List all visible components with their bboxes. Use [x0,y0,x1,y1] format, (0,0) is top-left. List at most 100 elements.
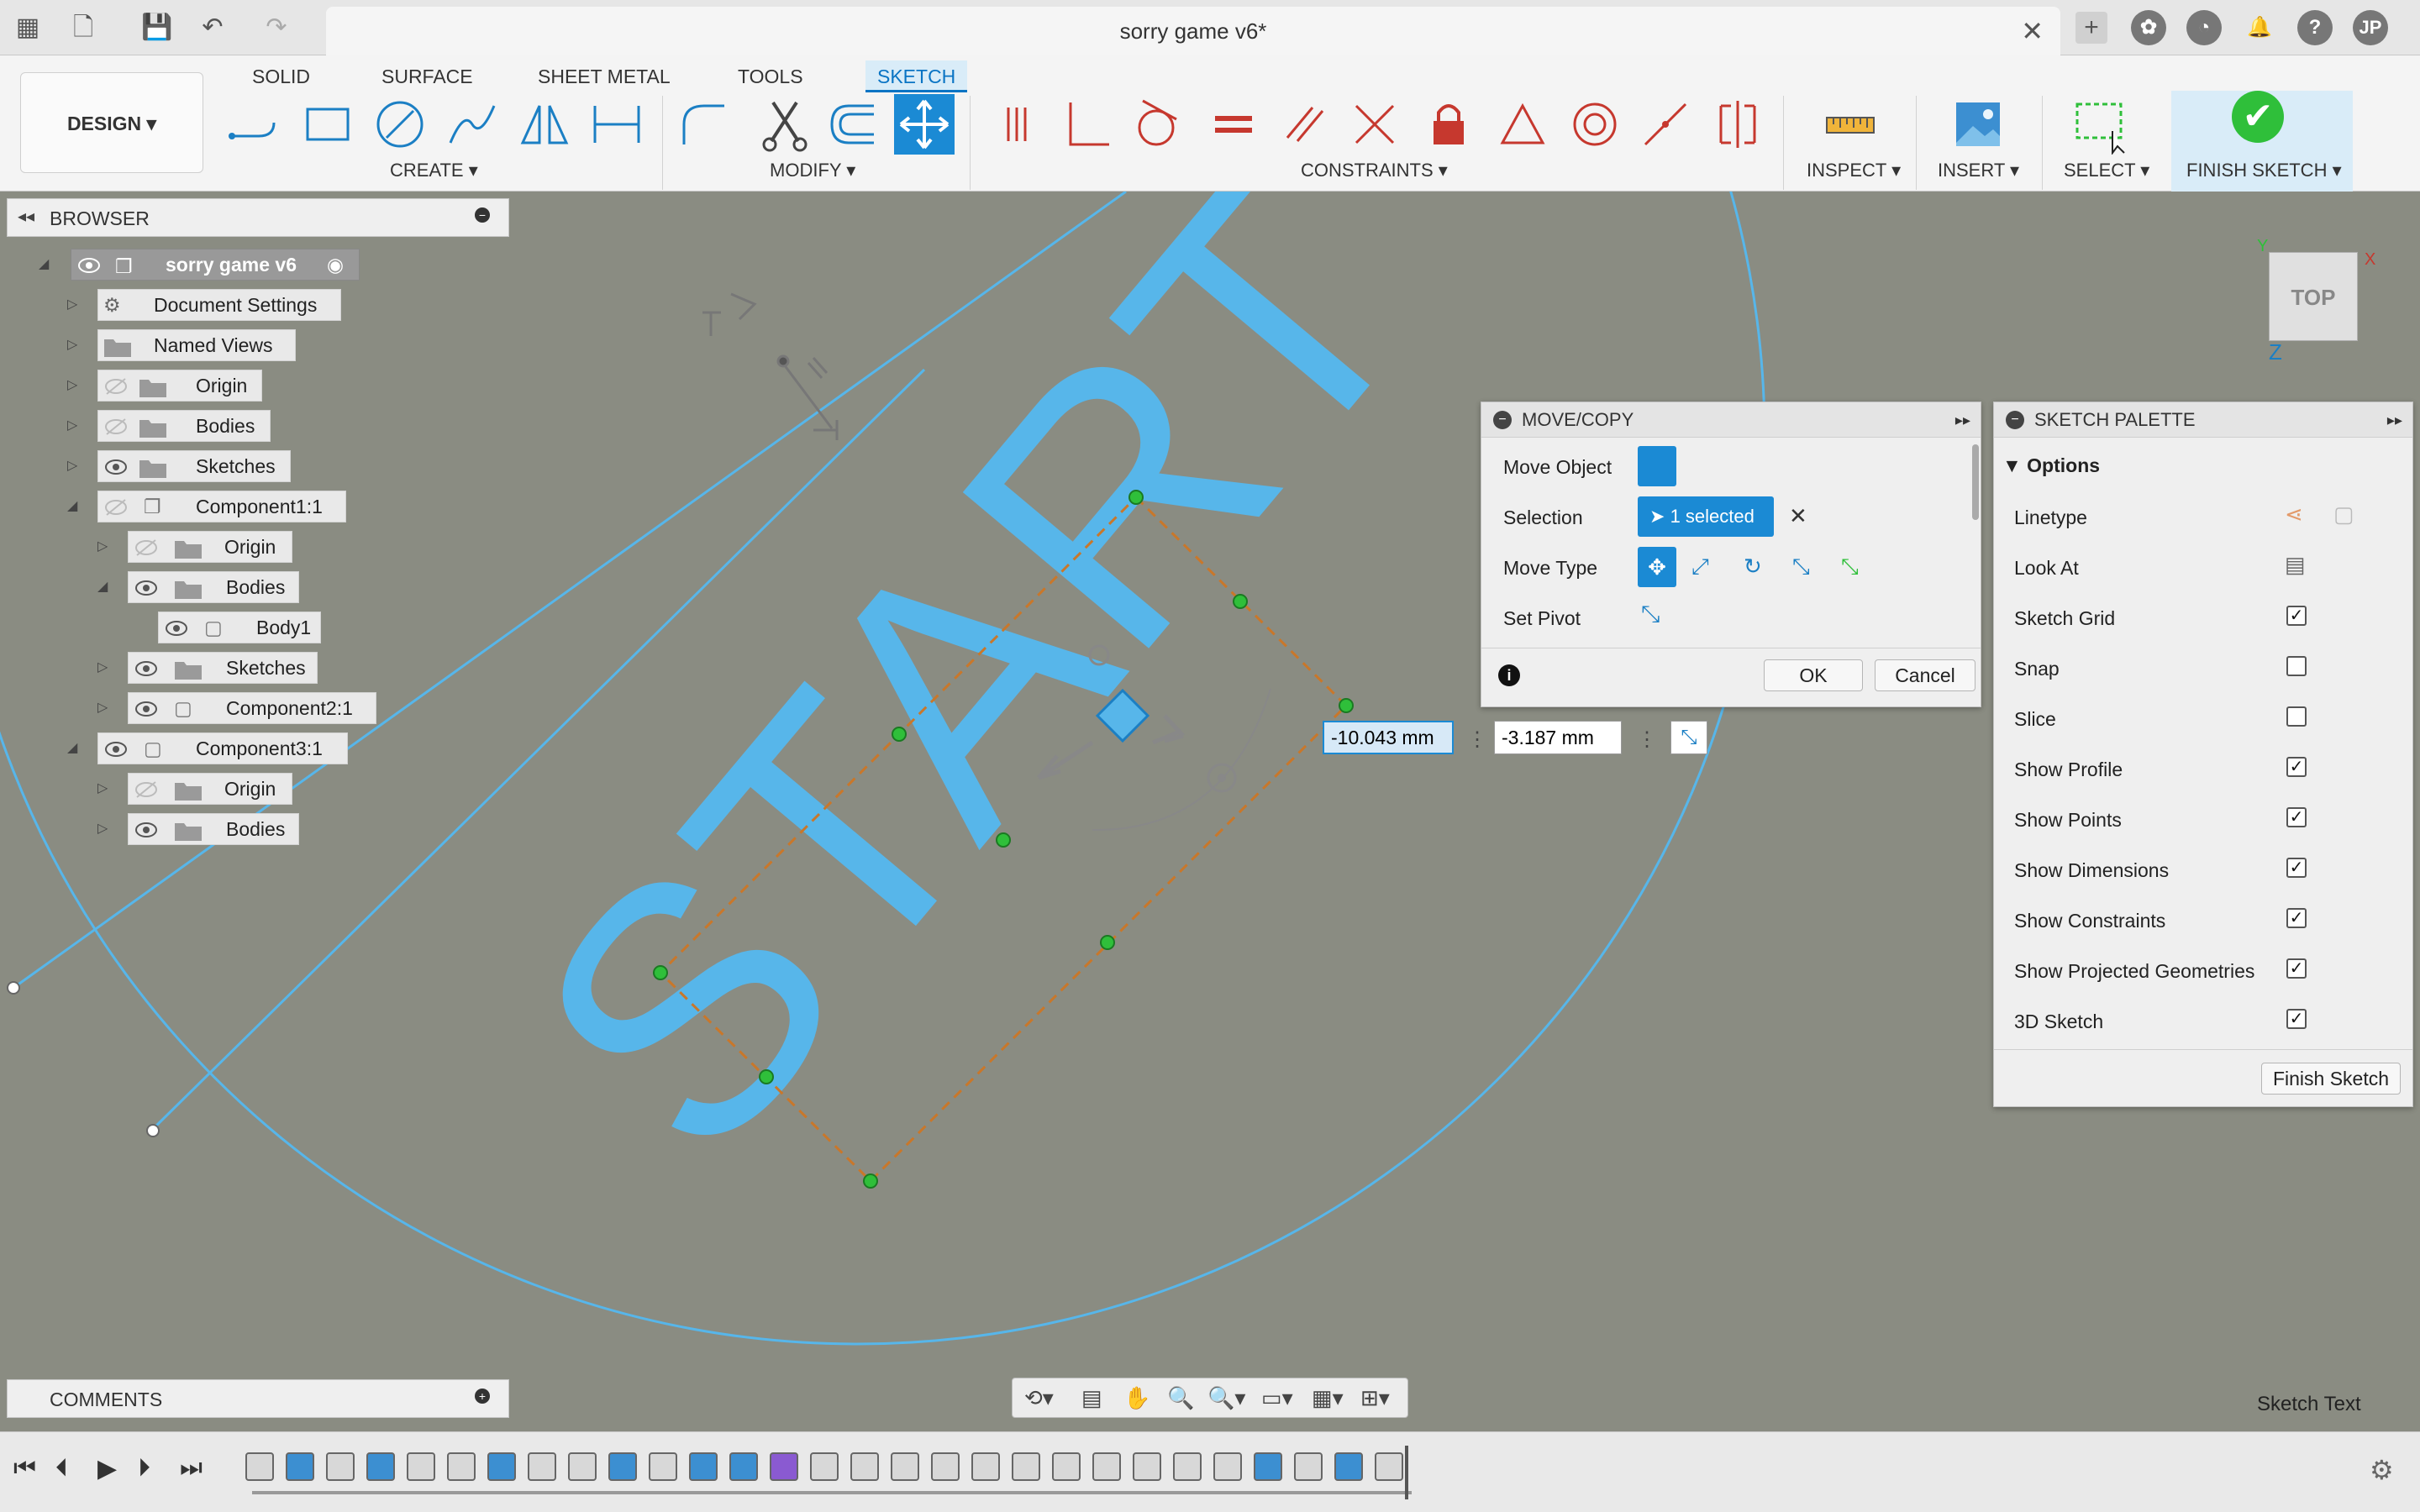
timeline-feature[interactable] [245,1452,274,1481]
input-options-icon[interactable]: ⋮ [1637,727,1657,752]
point-to-position-icon[interactable]: ⤡ [1841,554,1859,580]
insert-image-icon[interactable] [1948,94,2008,155]
step-back-icon[interactable]: ⏴ [55,1454,68,1483]
play-icon[interactable]: ▶ [97,1454,117,1483]
ok-button[interactable]: OK [1764,659,1863,691]
expand-triangle-icon[interactable]: ▷ [67,336,84,353]
redo-icon[interactable]: ↷ [260,12,292,44]
eye-icon[interactable] [103,458,129,476]
measure-tool-icon[interactable] [1820,94,1881,155]
timeline-feature[interactable] [850,1452,879,1481]
eye-hidden-icon[interactable] [103,377,129,396]
workspace-switcher[interactable]: DESIGN ▾ [20,72,203,173]
close-tab-icon[interactable]: ✕ [2021,15,2044,47]
fix-constraint-icon[interactable] [1418,94,1479,155]
set-pivot-icon[interactable]: ⤡ [1641,601,1660,628]
options-section-header[interactable]: ▼ Options [2002,454,2100,477]
expand-triangle-icon[interactable]: ▷ [67,296,84,312]
new-tab-icon[interactable]: + [2075,12,2107,44]
timeline-feature[interactable] [1334,1452,1363,1481]
timeline-feature[interactable] [1173,1452,1202,1481]
tree-item-component3[interactable]: ◢ ▢ Component3:1 [0,732,353,764]
triangle-constraint-icon[interactable] [1492,94,1553,155]
show-points-checkbox[interactable]: ✓ [2286,807,2307,827]
show-projected-geometries-checkbox[interactable]: ✓ [2286,958,2307,979]
pivot-icon[interactable]: ⤡ [1670,721,1707,754]
offset-tool-icon[interactable] [823,94,884,155]
move-object-selector[interactable] [1638,446,1676,486]
timeline-feature[interactable] [1012,1452,1040,1481]
notifications-icon[interactable]: 🔔 [2242,10,2277,45]
tree-item-root[interactable]: ◢ ❐ sorry game v6 ◉ [0,249,370,281]
eye-icon[interactable] [164,619,189,638]
show-profile-checkbox[interactable]: ✓ [2286,757,2307,777]
eye-hidden-icon[interactable] [103,417,129,436]
collapse-triangle-icon[interactable]: ◢ [67,739,84,756]
timeline-settings-icon[interactable]: ⚙ [2370,1454,2394,1486]
tree-item-bodies[interactable]: ◢ Bodies [0,571,353,603]
timeline-feature[interactable] [891,1452,919,1481]
circle-tool-icon[interactable] [370,94,430,155]
expand-triangle-icon[interactable]: ▷ [97,780,114,796]
timeline-feature[interactable] [1213,1452,1242,1481]
slice-checkbox[interactable] [2286,706,2307,727]
tree-item-bodies[interactable]: ▷ Bodies [0,410,353,442]
translate-icon[interactable]: ⤢ [1691,554,1709,580]
avatar[interactable]: JP [2353,10,2388,45]
viewcube-face-top[interactable]: TOP [2270,285,2357,311]
expand-triangle-icon[interactable]: ▷ [97,659,114,675]
expand-triangle-icon[interactable]: ▷ [97,820,114,837]
timeline-feature[interactable] [689,1452,718,1481]
collapse-panel-icon[interactable]: ◂◂ [18,206,34,227]
parallel-constraint-icon[interactable] [1274,94,1334,155]
create-menu[interactable]: CREATE ▾ [390,160,478,181]
expand-triangle-icon[interactable]: ▷ [97,699,114,716]
save-icon[interactable]: 💾 [141,12,173,44]
tree-item-component2[interactable]: ▷ ▢ Component2:1 [0,692,387,724]
undo-icon[interactable]: ↶ [197,12,229,44]
help-icon[interactable]: ? [2297,10,2333,45]
timeline-feature[interactable] [1294,1452,1323,1481]
timeline-feature[interactable] [487,1452,516,1481]
perpendicular-constraint-icon[interactable] [1057,94,1118,155]
add-comment-icon[interactable]: + [475,1389,490,1404]
tab-sheet-metal[interactable]: SHEET METAL [526,60,682,92]
zoom-window-icon[interactable]: 🔍▾ [1207,1385,1245,1411]
dialog-header[interactable]: − MOVE/COPY ▸▸ [1481,402,1981,438]
trim-tool-icon[interactable] [755,94,815,155]
minimize-icon[interactable]: − [2006,411,2024,429]
tree-item-component1[interactable]: ◢ ❐ Component1:1 [0,491,353,522]
go-to-start-icon[interactable]: ⏮ [13,1454,36,1483]
equal-constraint-icon[interactable] [1203,94,1264,155]
pan-icon[interactable]: ✋ [1123,1385,1150,1411]
go-to-end-icon[interactable]: ⏭ [180,1454,203,1483]
show-dimensions-checkbox[interactable]: ✓ [2286,858,2307,878]
3d-sketch-checkbox[interactable]: ✓ [2286,1009,2307,1029]
timeline-feature[interactable] [1133,1452,1161,1481]
tangent-constraint-icon[interactable] [1126,94,1186,155]
grid-settings-icon[interactable]: ▦▾ [1312,1385,1344,1411]
tree-item-bodies[interactable]: ▷ Bodies [0,813,353,845]
rectangle-tool-icon[interactable] [297,94,358,155]
coincident-constraint-icon[interactable] [986,94,1047,155]
x-distance-input[interactable] [1323,721,1454,754]
concentric-constraint-icon[interactable] [1565,94,1625,155]
inspect-menu[interactable]: INSPECT ▾ [1807,160,1901,181]
expand-triangle-icon[interactable]: ▷ [67,376,84,393]
clear-selection-icon[interactable]: ✕ [1789,503,1807,529]
minimize-icon[interactable]: − [1493,411,1512,429]
expand-triangle-icon[interactable]: ▷ [67,417,84,433]
expand-palette-icon[interactable]: ▸▸ [2387,402,2402,438]
spline-tool-icon[interactable] [442,94,502,155]
timeline-marker[interactable] [1405,1446,1408,1499]
tree-item-origin[interactable]: ▷ Origin [0,773,353,805]
tree-item-named-views[interactable]: ▷ Named Views [0,329,353,361]
job-status-icon[interactable]: ◔ [2186,10,2222,45]
apps-grid-icon[interactable]: ▦ [12,12,44,44]
orbit-icon[interactable]: ⟲▾ [1024,1385,1054,1411]
dimension-tool-icon[interactable] [587,94,647,155]
timeline-feature[interactable] [1375,1452,1403,1481]
timeline-feature[interactable] [649,1452,677,1481]
browser-options-icon[interactable]: − [475,207,490,223]
free-move-icon[interactable]: ✥ [1638,547,1676,587]
